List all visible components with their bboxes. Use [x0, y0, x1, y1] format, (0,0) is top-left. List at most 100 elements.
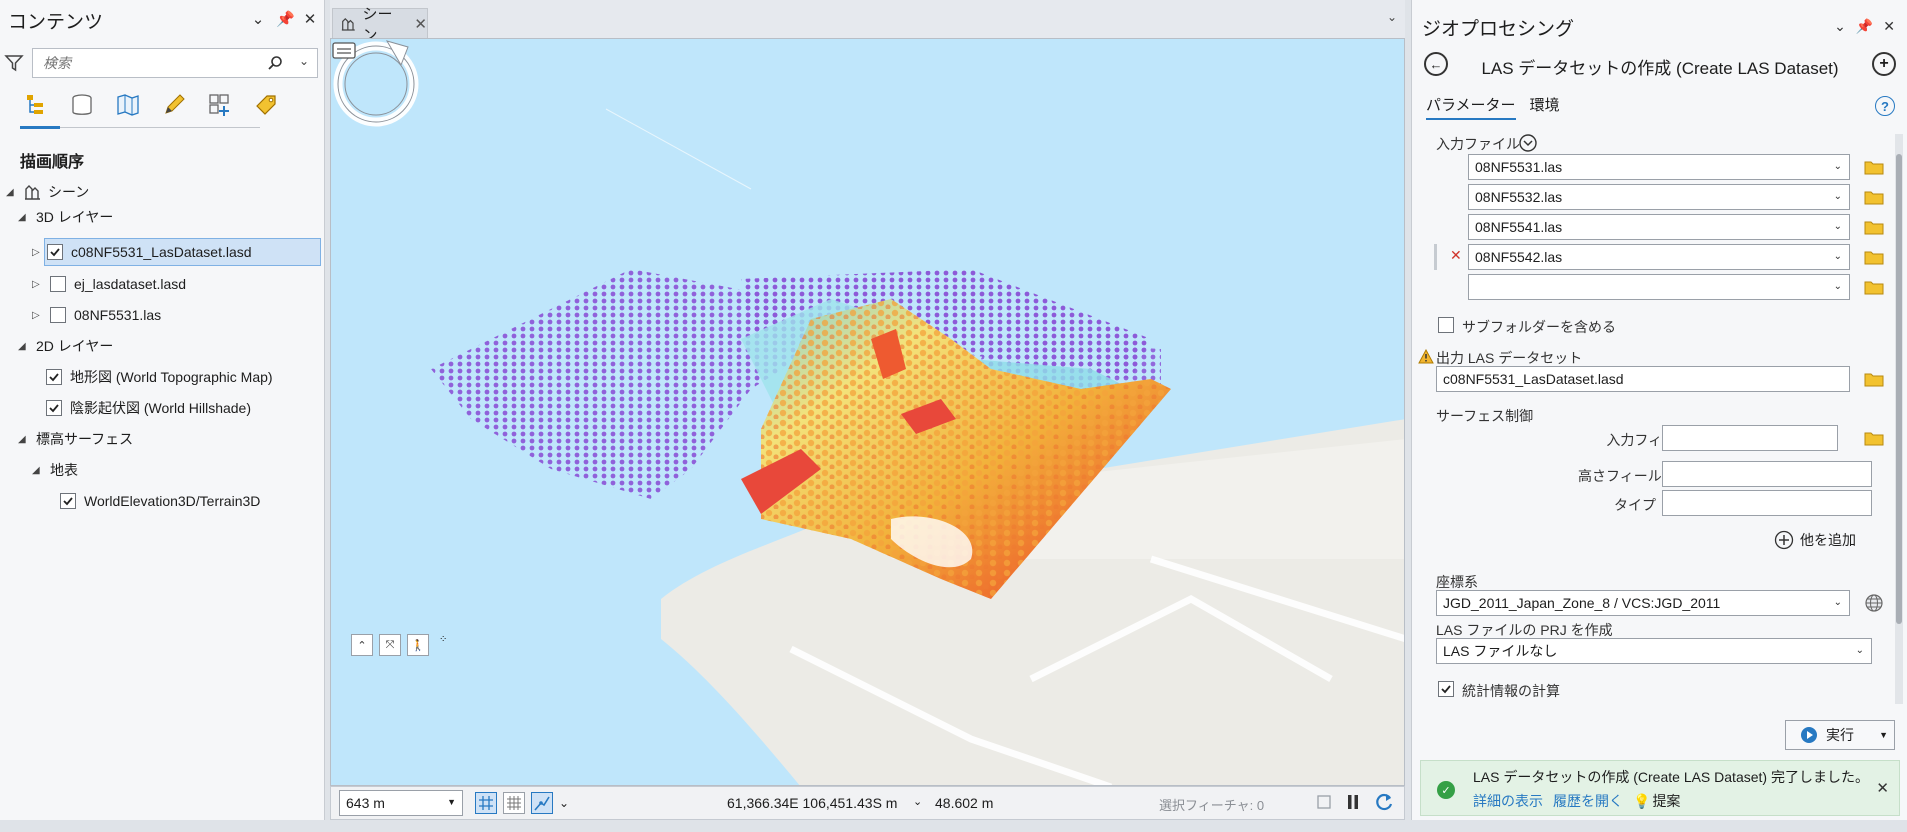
tab-environments[interactable]: 環境	[1530, 94, 1560, 120]
close-message-icon[interactable]: ✕	[1876, 779, 1889, 797]
refresh-icon[interactable]	[1374, 792, 1394, 812]
layer-visibility-checkbox[interactable]	[46, 400, 62, 416]
tree-item-las[interactable]: ▷ 08NF5531.las	[32, 301, 161, 329]
labeling-tag-icon[interactable]	[252, 90, 280, 120]
expand-triangle-icon[interactable]: ▷	[32, 279, 42, 290]
expand-triangle-icon[interactable]: ▷	[32, 310, 42, 321]
input-file-combo-5[interactable]: ⌄	[1468, 274, 1850, 300]
create-prj-select[interactable]: LAS ファイルなし ⌄	[1436, 638, 1872, 664]
open-history-link[interactable]: 履歴を開く	[1553, 791, 1623, 811]
scene-render[interactable]	[331, 39, 1405, 786]
first-person-icon[interactable]: 🚶	[407, 634, 429, 656]
snapping-toggle-icon[interactable]	[531, 792, 553, 814]
remove-row-icon[interactable]: ✕	[1450, 247, 1462, 264]
editing-pencil-icon[interactable]	[160, 90, 188, 120]
selection-icon[interactable]	[114, 90, 142, 120]
chevron-down-icon[interactable]: ▼	[1879, 730, 1888, 740]
tree-item-topo[interactable]: 地形図 (World Topographic Map)	[46, 363, 273, 391]
drawing-order-icon[interactable]	[22, 90, 50, 120]
tree-item-lasd-selected[interactable]: ▷ c08NF5531_LasDataset.lasd	[32, 238, 321, 266]
browse-folder-icon[interactable]	[1864, 249, 1884, 265]
globe-icon[interactable]	[1864, 593, 1884, 613]
pause-drawing-icon[interactable]	[1346, 794, 1360, 810]
layer-visibility-checkbox[interactable]	[50, 307, 66, 323]
type-label: タイプ	[1614, 497, 1656, 513]
snapping-icon[interactable]	[206, 90, 234, 120]
search-options-chevron-icon[interactable]: ⌄	[299, 54, 309, 68]
coordinate-format-chevron-icon[interactable]: ⌄	[913, 795, 922, 808]
layer-visibility-checkbox[interactable]	[60, 493, 76, 509]
scene-view[interactable]: ⌃ ⤧ 🚶 ⁘	[330, 38, 1405, 786]
tree-item-terrain[interactable]: WorldElevation3D/Terrain3D	[60, 487, 260, 515]
pane-options-chevron-icon[interactable]: ⌄	[1834, 18, 1846, 35]
pin-icon[interactable]: 📌	[1856, 18, 1873, 35]
type-field[interactable]	[1662, 490, 1872, 516]
scrollbar-thumb[interactable]	[1896, 154, 1902, 624]
grid-toggle-icon[interactable]	[503, 792, 525, 814]
input-feature-field[interactable]	[1662, 425, 1838, 451]
browse-folder-icon[interactable]	[1864, 219, 1884, 235]
layer-visibility-checkbox[interactable]	[47, 244, 63, 260]
scale-select[interactable]: 643 m ▼	[339, 790, 463, 816]
coordinate-system-select[interactable]: JGD_2011_Japan_Zone_8 / VCS:JGD_2011 ⌄	[1436, 590, 1850, 616]
tree-item-ej-lasd[interactable]: ▷ ej_lasdataset.lasd	[32, 270, 186, 298]
tree-item-3d-layers[interactable]: ◢ 3D レイヤー	[18, 203, 113, 231]
collapse-triangle-icon[interactable]: ◢	[18, 434, 28, 445]
expand-triangle-icon[interactable]: ▷	[32, 247, 42, 258]
row-drag-handle[interactable]	[1434, 244, 1437, 270]
snapping-options-chevron-icon[interactable]: ⌄	[559, 796, 569, 810]
browse-folder-icon[interactable]	[1864, 430, 1884, 446]
gp-pane-tools: ⌄ 📌 ✕	[1834, 18, 1895, 35]
tree-item-2d-layers[interactable]: ◢ 2D レイヤー	[18, 332, 113, 360]
tree-item-elevation-surfaces[interactable]: ◢ 標高サーフェス	[18, 425, 133, 453]
browse-folder-icon[interactable]	[1864, 159, 1884, 175]
suggest-link[interactable]: 💡 提案	[1633, 791, 1680, 811]
selected-features-count[interactable]: 選択フィーチャ: 0	[1159, 795, 1264, 814]
filter-icon[interactable]	[4, 51, 28, 75]
browse-folder-icon[interactable]	[1864, 189, 1884, 205]
add-icon[interactable]: +	[1872, 52, 1896, 76]
tree-item-hillshade[interactable]: 陰影起伏図 (World Hillshade)	[46, 394, 251, 422]
parameters-scrollbar[interactable]	[1895, 134, 1903, 704]
refresh-selection-icon[interactable]	[1316, 794, 1332, 810]
close-pane-icon[interactable]: ✕	[1883, 18, 1895, 35]
data-source-icon[interactable]	[68, 90, 96, 120]
output-dataset-field[interactable]: c08NF5531_LasDataset.lasd	[1436, 366, 1850, 392]
compute-stats-checkbox[interactable]	[1438, 681, 1454, 697]
input-file-combo-2[interactable]: 08NF5532.las ⌄	[1468, 184, 1850, 210]
run-button[interactable]: 実行 ▼	[1785, 720, 1895, 750]
collapse-triangle-icon[interactable]: ◢	[18, 341, 28, 352]
help-icon[interactable]: ?	[1875, 96, 1895, 116]
collapse-triangle-icon[interactable]: ◢	[18, 212, 28, 223]
contents-search-input[interactable]	[43, 55, 263, 71]
add-another-button[interactable]: 他を追加	[1774, 530, 1856, 550]
layer-visibility-checkbox[interactable]	[46, 369, 62, 385]
height-field-field[interactable]	[1662, 461, 1872, 487]
expand-circle-chevron-icon[interactable]	[1518, 133, 1538, 153]
input-file-combo-1[interactable]: 08NF5531.las ⌄	[1468, 154, 1850, 180]
map-layers-icon[interactable]	[331, 39, 357, 61]
collapse-triangle-icon[interactable]: ◢	[32, 465, 42, 476]
browse-folder-icon[interactable]	[1864, 371, 1884, 387]
close-tab-icon[interactable]: ✕	[414, 15, 427, 33]
include-subfolders-checkbox[interactable]	[1438, 317, 1454, 333]
tab-parameters[interactable]: パラメーター	[1426, 94, 1516, 120]
pane-options-chevron-icon[interactable]: ⌄	[250, 10, 266, 28]
search-icon[interactable]	[267, 55, 283, 71]
view-details-link[interactable]: 詳細の表示	[1473, 791, 1543, 811]
tree-item-ground[interactable]: ◢ 地表	[32, 456, 78, 484]
input-file-combo-4[interactable]: 08NF5542.las ⌄	[1468, 244, 1850, 270]
full-extent-icon[interactable]: ⤧	[379, 634, 401, 656]
layer-visibility-checkbox[interactable]	[50, 276, 66, 292]
grid-snap-icon[interactable]	[475, 792, 497, 814]
close-pane-icon[interactable]: ✕	[302, 10, 318, 28]
pin-icon[interactable]: 📌	[276, 10, 295, 28]
tab-scene[interactable]: シーン ✕	[332, 6, 428, 44]
navigator-options-icon[interactable]: ⁘	[439, 634, 447, 656]
collapse-navigator-icon[interactable]: ⌃	[351, 634, 373, 656]
browse-folder-icon[interactable]	[1864, 279, 1884, 295]
tab-list-chevron-icon[interactable]: ⌄	[1387, 10, 1397, 24]
tree-item-scene[interactable]: ◢ シーン	[6, 178, 89, 206]
input-file-combo-3[interactable]: 08NF5541.las ⌄	[1468, 214, 1850, 240]
collapse-triangle-icon[interactable]: ◢	[6, 187, 16, 198]
